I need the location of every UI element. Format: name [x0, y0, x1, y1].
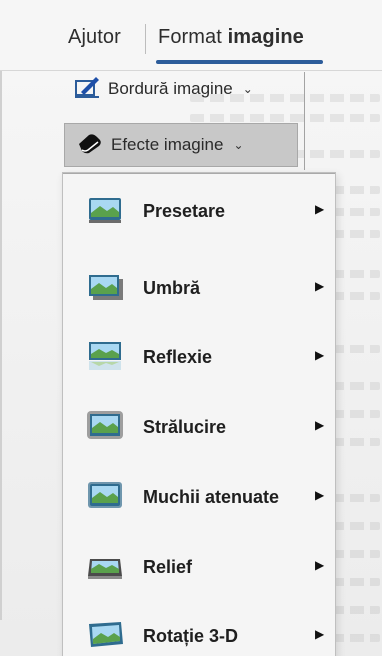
ribbon-tabs: Ajutor Format imagine	[0, 0, 382, 71]
submenu-arrow-icon: ▶	[315, 279, 325, 293]
soft-edges-label: Muchii atenuate	[143, 487, 280, 507]
tab-format-image[interactable]: Format imagine	[158, 26, 304, 49]
menu-item-3d-rotation[interactable]: Rotație 3-D ▶	[63, 610, 333, 656]
menu-top-border	[63, 173, 335, 174]
glow-icon	[87, 411, 125, 441]
ribbon-vertical-divider	[304, 72, 305, 170]
glow-label: Strălucire	[143, 417, 227, 437]
preset-label: Presetare	[143, 201, 226, 221]
shadow-icon	[87, 272, 125, 302]
tab-separator	[145, 24, 146, 54]
submenu-arrow-icon: ▶	[315, 418, 325, 432]
bevel-label: Relief	[143, 557, 193, 577]
image-effects-icon	[75, 132, 103, 159]
image-effects-button[interactable]: Efecte imagine ⌄	[64, 123, 298, 167]
menu-item-preset[interactable]: Presetare ▶	[63, 185, 333, 241]
image-effects-menu: Presetare ▶ Umbră ▶ Reflexie ▶ Strălucir…	[62, 172, 336, 656]
menu-item-glow[interactable]: Strălucire ▶	[63, 401, 333, 457]
menu-item-shadow[interactable]: Umbră ▶	[63, 262, 333, 318]
tab-help[interactable]: Ajutor	[68, 26, 121, 49]
screenshot-page: Ajutor Format imagine Bordură imagine ⌄ …	[0, 0, 382, 656]
chevron-down-icon: ⌄	[233, 138, 244, 152]
tab-format-prefix: Format	[158, 26, 228, 48]
soft-edges-icon	[87, 481, 125, 511]
active-tab-indicator	[156, 60, 323, 64]
tab-help-label: Ajutor	[68, 26, 121, 48]
preset-icon	[87, 195, 125, 225]
tab-format-bold: imagine	[227, 26, 304, 48]
submenu-arrow-icon: ▶	[315, 202, 325, 216]
menu-item-bevel[interactable]: Relief ▶	[63, 541, 333, 597]
reflection-icon	[87, 341, 125, 371]
submenu-arrow-icon: ▶	[315, 627, 325, 641]
image-effects-label: Efecte imagine	[111, 135, 224, 154]
reflection-label: Reflexie	[143, 347, 213, 367]
rotation-3d-icon	[87, 620, 125, 650]
rotation-3d-label: Rotație 3-D	[143, 626, 239, 646]
border-image-icon	[74, 75, 100, 104]
submenu-arrow-icon: ▶	[315, 558, 325, 572]
border-image-label: Bordură imagine	[108, 79, 233, 98]
bevel-icon	[87, 551, 125, 581]
chevron-down-icon: ⌄	[242, 82, 253, 96]
left-margin-mark	[0, 20, 10, 620]
shadow-label: Umbră	[143, 278, 201, 298]
submenu-arrow-icon: ▶	[315, 488, 325, 502]
border-image-button[interactable]: Bordură imagine ⌄	[64, 72, 292, 106]
submenu-arrow-icon: ▶	[315, 348, 325, 362]
menu-item-reflection[interactable]: Reflexie ▶	[63, 331, 333, 387]
menu-item-soft-edges[interactable]: Muchii atenuate ▶	[63, 471, 333, 527]
